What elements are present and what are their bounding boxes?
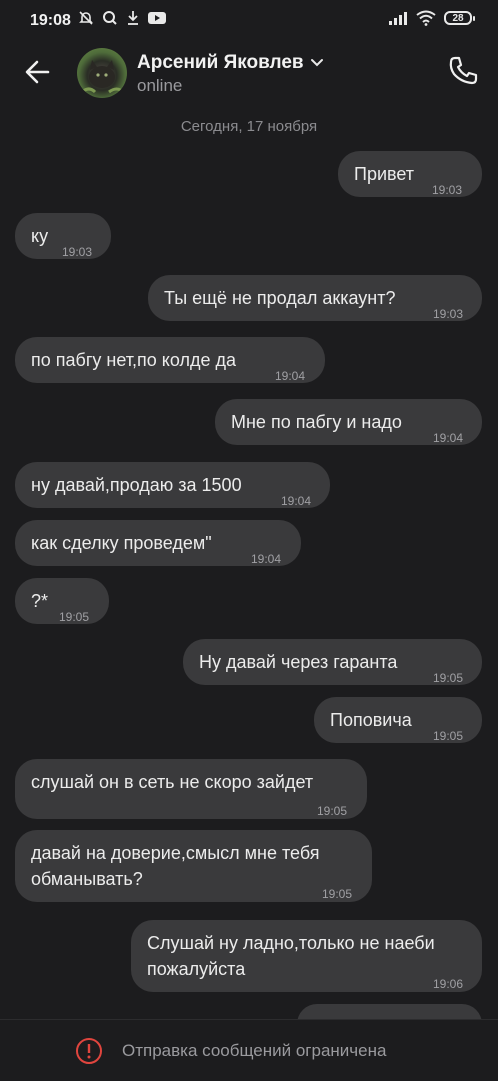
- message-incoming[interactable]: ку 19:03: [15, 213, 111, 259]
- message-incoming[interactable]: по пабгу нет,по колде да 19:04: [15, 337, 325, 383]
- message-time: 19:05: [317, 804, 348, 818]
- status-time: 19:08: [30, 12, 71, 29]
- message-text: ну давай,продаю за 1500: [31, 475, 242, 495]
- message-incoming[interactable]: как сделку проведем" 19:04: [15, 520, 301, 566]
- contact-name: Арсений Яковлев: [137, 52, 304, 73]
- message-time: 19:04: [433, 431, 464, 445]
- message-text: как сделку проведем": [31, 533, 212, 553]
- message-time: 19:05: [322, 887, 353, 901]
- date-separator: Сегодня, 17 ноября: [180, 118, 318, 135]
- message-outgoing[interactable]: Поповича 19:05: [314, 697, 482, 743]
- message-time: 19:03: [432, 183, 463, 197]
- status-notification-icons: [78, 10, 166, 26]
- message-text: Ну давай через гаранта: [199, 652, 398, 672]
- back-arrow-icon[interactable]: [20, 54, 56, 90]
- wifi-icon: [416, 10, 436, 26]
- message-outgoing[interactable]: Ты ещё не продал аккаунт? 19:03: [148, 275, 482, 321]
- message-outgoing[interactable]: Мне по пабгу и надо 19:04: [215, 399, 482, 445]
- battery-icon: 28: [444, 11, 475, 25]
- message-incoming[interactable]: слушай он в сеть не скоро зайдет 19:05: [15, 759, 367, 819]
- message-text: ?*: [31, 591, 49, 611]
- message-text: Привет: [354, 164, 415, 184]
- contact-presence: online: [137, 76, 183, 95]
- message-text: давай на доверие,смысл мне тебя обманыва…: [31, 843, 320, 889]
- message-text: Ты ещё не продал аккаунт?: [164, 288, 396, 308]
- message-time: 19:05: [433, 671, 464, 685]
- message-outgoing[interactable]: Слушай ну ладно,только не наеби пожалуйс…: [131, 920, 482, 992]
- avatar[interactable]: [77, 48, 127, 98]
- search-app-icon: [103, 11, 117, 25]
- message-text: Слушай ну ладно,только не наеби пожалуйс…: [147, 933, 435, 979]
- message-text: слушай он в сеть не скоро зайдет: [31, 772, 314, 792]
- status-system-icons: 28: [388, 10, 475, 26]
- message-incoming[interactable]: ну давай,продаю за 1500 19:04: [15, 462, 330, 508]
- message-time: 19:05: [59, 610, 90, 624]
- message-time: 19:05: [433, 729, 464, 743]
- signal-icon: [389, 12, 407, 25]
- download-icon: [128, 11, 138, 25]
- youtube-icon: [148, 12, 166, 24]
- message-incoming[interactable]: ?* 19:05: [15, 578, 109, 624]
- chevron-down-icon: [310, 59, 323, 67]
- message-outgoing[interactable]: Привет 19:03: [338, 151, 482, 197]
- status-bar: 19:08 28: [0, 0, 498, 44]
- avatar-cat-image: [81, 60, 125, 94]
- message-text: ку: [31, 226, 49, 246]
- message-time: 19:04: [281, 494, 312, 508]
- contact-name-row[interactable]: Арсений Яковлев: [137, 52, 324, 74]
- message-text: Мне по пабгу и надо: [231, 412, 402, 432]
- message-incoming[interactable]: давай на доверие,смысл мне тебя обманыва…: [15, 830, 372, 902]
- message-time: 19:06: [433, 977, 464, 991]
- message-time: 19:03: [433, 307, 464, 321]
- send-restricted-label: Отправка сообщений ограничена: [122, 1041, 387, 1060]
- message-time: 19:03: [62, 245, 93, 259]
- chat-header: Арсений Яковлев online: [0, 44, 498, 104]
- warning-circle-icon: [76, 1038, 102, 1064]
- phone-call-icon[interactable]: [446, 54, 480, 88]
- send-restricted-bar: Отправка сообщений ограничена: [0, 1019, 498, 1081]
- message-time: 19:04: [275, 369, 306, 383]
- message-text: по пабгу нет,по колде да: [31, 350, 236, 370]
- battery-level: 28: [452, 12, 464, 24]
- message-time: 19:04: [251, 552, 282, 566]
- message-text: Поповича: [330, 710, 412, 730]
- message-outgoing[interactable]: Ну давай через гаранта 19:05: [183, 639, 482, 685]
- mute-bell-icon: [79, 11, 93, 25]
